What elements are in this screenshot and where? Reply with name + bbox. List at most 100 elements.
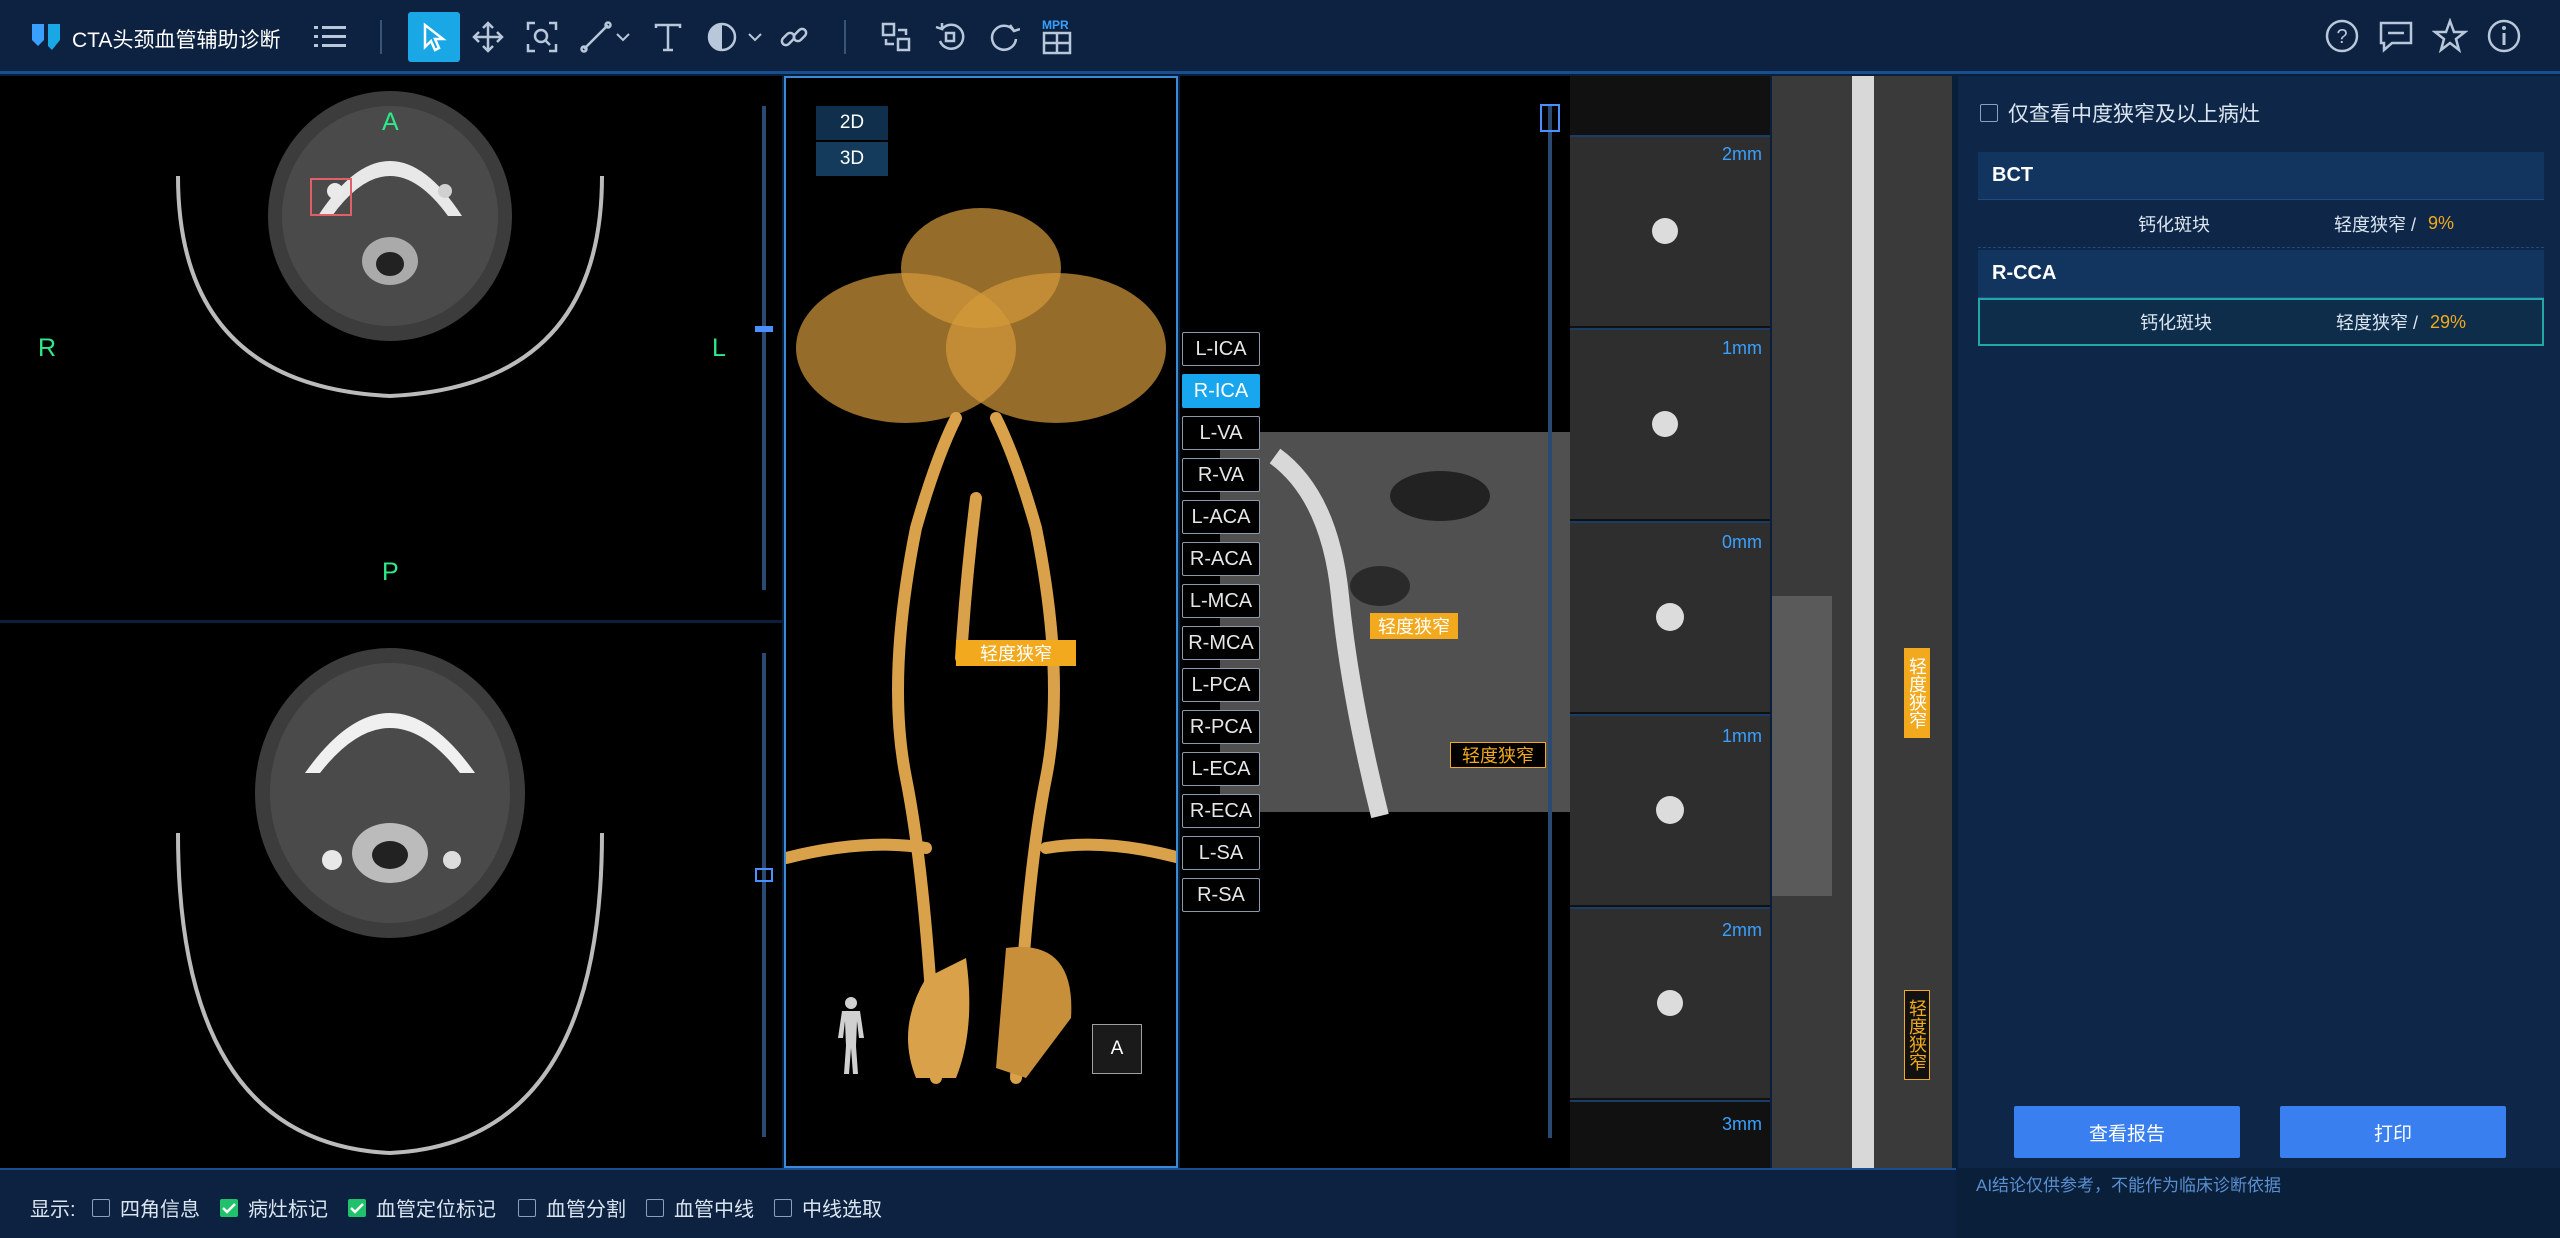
vessel-btn-r-va[interactable]: R-VA [1182, 458, 1260, 492]
reset-icon[interactable] [980, 14, 1028, 60]
vessel-btn-l-aca[interactable]: L-ACA [1182, 500, 1260, 534]
ruler-label: 3mm [1722, 1114, 1762, 1134]
ruler-label: 2mm [1722, 920, 1762, 940]
app-root: CTA头颈血管辅助诊断 MPR ? A R L P 2D 3D 轻度狭窄 A 轻… [0, 0, 2560, 1238]
cpr-lesion-tag-2[interactable]: 轻度狭窄 [1450, 742, 1546, 768]
vessel-btn-r-eca[interactable]: R-ECA [1182, 794, 1260, 828]
orient-label-anterior: A [382, 108, 399, 136]
vessel-btn-l-sa[interactable]: L-SA [1182, 836, 1260, 870]
checkbox-checked[interactable] [348, 1198, 366, 1217]
opt-vessel-centerline[interactable]: 血管中线 [646, 1193, 754, 1222]
chevron-down-icon[interactable] [612, 14, 634, 60]
ruler-label: 2mm [1722, 144, 1762, 164]
chevron-down-icon[interactable] [744, 14, 766, 60]
chat-icon[interactable] [2374, 14, 2418, 58]
vessel-btn-l-va[interactable]: L-VA [1182, 416, 1260, 450]
orient-label-posterior: P [382, 558, 399, 586]
svg-text:?: ? [2336, 26, 2347, 48]
ai-disclaimer: AI结论仅供参考，不能作为临床诊断依据 [1976, 1176, 2282, 1195]
top-toolbar: CTA头颈血管辅助诊断 MPR ? [0, 0, 2560, 74]
ruler-label: 1mm [1722, 338, 1762, 358]
orientation-cube-button[interactable]: A [1092, 1024, 1142, 1074]
rotate-left-icon[interactable] [926, 14, 974, 60]
cross-section-strip[interactable]: 2mm 1mm 0mm 1mm 2mm 3mm [1570, 76, 1770, 1168]
help-icon[interactable]: ? [2320, 14, 2364, 58]
opt-lesion-marker[interactable]: 病灶标记 [220, 1193, 328, 1222]
vessel-btn-l-eca[interactable]: L-ECA [1182, 752, 1260, 786]
lesion-severity: 轻度狭窄 / [2336, 313, 2419, 333]
vessel-btn-r-mca[interactable]: R-MCA [1182, 626, 1260, 660]
mode-3d-button[interactable]: 3D [816, 142, 888, 176]
layout-icon[interactable] [872, 14, 920, 60]
vessel-btn-l-ica[interactable]: L-ICA [1182, 332, 1260, 366]
link-icon[interactable] [770, 14, 818, 60]
view-report-button[interactable]: 查看报告 [2014, 1106, 2240, 1158]
straight-lesion-tag-2[interactable]: 轻度狭窄 [1904, 990, 1930, 1080]
vessel-btn-r-pca[interactable]: R-PCA [1182, 710, 1260, 744]
info-icon[interactable] [2482, 14, 2526, 58]
window-level-icon[interactable] [698, 14, 746, 60]
axial-ct-image [176, 91, 604, 399]
opt-vessel-segmentation[interactable]: 血管分割 [518, 1193, 626, 1222]
cpr-slider[interactable] [1548, 104, 1552, 1138]
slice-slider-top[interactable] [762, 106, 766, 590]
moderate-filter-row[interactable]: 仅查看中度狭窄及以上病灶 [1980, 98, 2260, 128]
mpr-icon[interactable]: MPR [1034, 14, 1082, 60]
orient-label-right: R [38, 334, 57, 362]
lesion-row-selected[interactable]: 钙化斑块 轻度狭窄 / 29% [1978, 298, 2544, 346]
checkbox[interactable] [92, 1198, 110, 1217]
print-button[interactable]: 打印 [2280, 1106, 2506, 1158]
toolbar-divider [844, 20, 846, 54]
cpr-lesion-tag-1[interactable]: 轻度狭窄 [1370, 613, 1458, 639]
orient-label-left: L [712, 334, 726, 362]
text-icon[interactable] [644, 14, 692, 60]
vessel-btn-r-ica[interactable]: R-ICA [1182, 374, 1260, 408]
lesion-percent: 9% [2428, 213, 2455, 233]
vessel-btn-r-aca[interactable]: R-ACA [1182, 542, 1260, 576]
zoom-icon[interactable] [518, 14, 566, 60]
cpr-view[interactable]: 轻度狭窄 轻度狭窄 [1180, 76, 1570, 1168]
slice-slider-handle[interactable] [755, 326, 773, 332]
lesion-severity: 轻度狭窄 / [2334, 214, 2417, 235]
filter-checkbox[interactable] [1980, 104, 1998, 122]
straight-lesion-tag-1[interactable]: 轻度狭窄 [1904, 648, 1930, 738]
vessel-btn-l-mca[interactable]: L-MCA [1182, 584, 1260, 618]
ruler-label: 1mm [1722, 726, 1762, 746]
filter-label: 仅查看中度狭窄及以上病灶 [2008, 103, 2260, 126]
toolbar-divider [380, 20, 382, 54]
axial-view-top[interactable]: A R L P [0, 76, 782, 620]
checkbox[interactable] [646, 1198, 664, 1217]
opt-vessel-marker[interactable]: 血管定位标记 [348, 1193, 496, 1222]
list-icon[interactable] [306, 14, 354, 60]
cross-section-images [1570, 135, 1770, 1102]
lesion-tag[interactable]: 轻度狭窄 [956, 640, 1076, 666]
display-options-bar: 显示: 四角信息 病灶标记 血管定位标记 血管分割 血管中线 中线选取 [0, 1168, 1956, 1238]
lesion-row[interactable]: 钙化斑块 轻度狭窄 / 9% [1978, 200, 2544, 248]
vessel-btn-l-pca[interactable]: L-PCA [1182, 668, 1260, 702]
checkbox-checked[interactable] [220, 1198, 238, 1217]
axial-ct-image-lower [176, 648, 604, 1156]
display-label: 显示: [30, 1199, 76, 1221]
lesion-type: 钙化斑块 [2140, 313, 2212, 333]
move-icon[interactable] [464, 14, 512, 60]
slice-slider-bottom[interactable] [762, 653, 766, 1137]
group-header-rcca[interactable]: R-CCA [1978, 250, 2544, 298]
opt-corner-info[interactable]: 四角信息 [92, 1193, 200, 1222]
straightened-vessel-view[interactable]: 轻度狭窄 轻度狭窄 [1772, 76, 1952, 1168]
checkbox[interactable] [518, 1198, 536, 1217]
star-icon[interactable] [2428, 14, 2472, 58]
ruler-label: 0mm [1722, 532, 1762, 552]
vr-3d-view[interactable]: 2D 3D 轻度狭窄 A A P L R S I [784, 76, 1178, 1168]
slice-slider-handle[interactable] [755, 868, 773, 882]
cpr-slider-handle[interactable] [1540, 104, 1560, 132]
group-header-bct[interactable]: BCT [1978, 152, 2544, 200]
axial-view-bottom[interactable] [0, 623, 782, 1168]
vessel-btn-r-sa[interactable]: R-SA [1182, 878, 1260, 912]
lesion-type: 钙化斑块 [2138, 214, 2210, 235]
mode-2d-button[interactable]: 2D [816, 106, 888, 140]
pointer-icon[interactable] [408, 12, 460, 62]
opt-centerline-select[interactable]: 中线选取 [774, 1193, 882, 1222]
app-title: CTA头颈血管辅助诊断 [72, 29, 281, 52]
app-logo-icon [30, 22, 64, 52]
checkbox[interactable] [774, 1198, 792, 1217]
